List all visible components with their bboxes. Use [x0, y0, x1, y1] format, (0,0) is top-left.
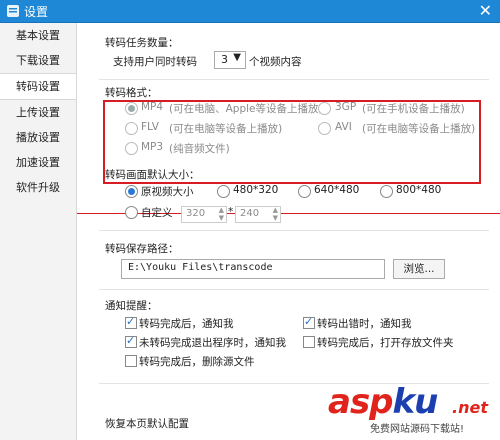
notify-check-delete-source[interactable]: [125, 355, 137, 367]
notify-exit-label: 未转码完成退出程序时，通知我: [139, 337, 286, 349]
divider: [99, 289, 489, 290]
size-radio-640x480[interactable]: [298, 185, 311, 198]
format-label: 转码格式：: [105, 87, 158, 99]
format-3gp-desc: (可在手机设备上播放): [362, 103, 465, 115]
size-radio-480x320[interactable]: [217, 185, 230, 198]
size-radio-original[interactable]: [125, 185, 138, 198]
size-custom-label: 自定义: [141, 207, 173, 219]
restore-defaults-link[interactable]: 恢复本页默认配置: [105, 416, 189, 431]
notify-check-error[interactable]: [303, 315, 315, 329]
size-original-label: 原视频大小: [141, 186, 194, 198]
custom-width-input[interactable]: 320 ▲ ▼: [181, 206, 227, 223]
settings-panel: 转码任务数量： 支持用户同时转码 3 ▼ 个视频内容 转码格式： MP4 (可在…: [77, 23, 500, 440]
browse-button[interactable]: 浏览...: [393, 259, 445, 279]
sidebar-item-basic[interactable]: 基本设置: [0, 23, 76, 48]
path-label: 转码保存路径：: [105, 243, 179, 255]
notify-check-exit[interactable]: [125, 334, 137, 348]
watermark-subtitle: 免费网站源码下载站!: [370, 424, 465, 435]
window-title: 设置: [24, 5, 49, 19]
format-radio-flv[interactable]: [125, 122, 138, 135]
sidebar-item-upgrade[interactable]: 软件升级: [0, 175, 76, 200]
close-button[interactable]: ✕: [479, 1, 492, 20]
task-count-value: 3: [221, 53, 228, 66]
watermark-logo: aspku: [328, 382, 438, 422]
divider: [99, 79, 489, 80]
sidebar-item-download[interactable]: 下载设置: [0, 48, 76, 73]
title-bar: 设置 ✕: [0, 0, 500, 23]
divider: [99, 230, 489, 231]
notify-check-complete[interactable]: [125, 315, 137, 329]
format-flv-name: FLV: [141, 121, 159, 133]
sidebar: 基本设置 下载设置 转码设置 上传设置 播放设置 加速设置 软件升级: [0, 23, 77, 440]
format-radio-mp3[interactable]: [125, 142, 138, 155]
size-640x480-label: 640*480: [314, 184, 360, 196]
notify-delete-source-label: 转码完成后，删除源文件: [139, 356, 255, 368]
custom-width-value: 320: [186, 208, 206, 219]
custom-height-input[interactable]: 240 ▲ ▼: [235, 206, 281, 223]
format-mp4-desc: (可在电脑、Apple等设备上播放): [169, 103, 323, 115]
custom-height-value: 240: [240, 208, 260, 219]
save-path-input[interactable]: E:\Youku Files\transcode: [121, 259, 385, 279]
task-count-suffix: 个视频内容: [249, 56, 302, 68]
format-3gp-name: 3GP: [335, 101, 357, 113]
notify-open-folder-label: 转码完成后，打开存放文件夹: [317, 337, 454, 349]
notify-complete-label: 转码完成后，通知我: [139, 318, 234, 330]
task-count-select[interactable]: 3 ▼: [214, 51, 246, 69]
spinner-arrows-icon[interactable]: ▲ ▼: [273, 206, 278, 222]
chevron-down-icon: ▼: [233, 52, 241, 63]
size-radio-custom[interactable]: [125, 206, 138, 219]
format-radio-3gp[interactable]: [318, 102, 331, 115]
format-avi-name: AVI: [335, 121, 352, 133]
notify-error-label: 转码出错时，通知我: [317, 318, 412, 330]
format-radio-avi[interactable]: [318, 122, 331, 135]
format-flv-desc: (可在电脑等设备上播放): [169, 123, 283, 135]
watermark-net: .net: [452, 398, 488, 417]
spinner-arrows-icon[interactable]: ▲ ▼: [219, 206, 224, 222]
format-mp3-name: MP3: [141, 141, 164, 153]
notify-label: 通知提醒：: [105, 300, 158, 312]
size-480x320-label: 480*320: [233, 184, 279, 196]
size-radio-800x480[interactable]: [380, 185, 393, 198]
sidebar-item-playback[interactable]: 播放设置: [0, 125, 76, 150]
sidebar-item-acceleration[interactable]: 加速设置: [0, 150, 76, 175]
format-mp4-name: MP4: [141, 101, 164, 113]
size-800x480-label: 800*480: [396, 184, 442, 196]
task-count-label: 转码任务数量：: [105, 37, 179, 49]
sidebar-item-upload[interactable]: 上传设置: [0, 100, 76, 125]
size-label: 转码画面默认大小：: [105, 169, 200, 181]
save-path-value: E:\Youku Files\transcode: [128, 262, 273, 273]
size-times-symbol: *: [228, 206, 234, 218]
settings-app-icon: [7, 5, 19, 17]
notify-check-open-folder[interactable]: [303, 336, 315, 348]
format-radio-mp4[interactable]: [125, 102, 138, 115]
task-count-prefix: 支持用户同时转码: [113, 56, 197, 68]
format-mp3-desc: (纯音频文件): [169, 143, 230, 155]
format-avi-desc: (可在电脑等设备上播放): [362, 123, 476, 135]
sidebar-item-transcode[interactable]: 转码设置: [0, 73, 76, 100]
